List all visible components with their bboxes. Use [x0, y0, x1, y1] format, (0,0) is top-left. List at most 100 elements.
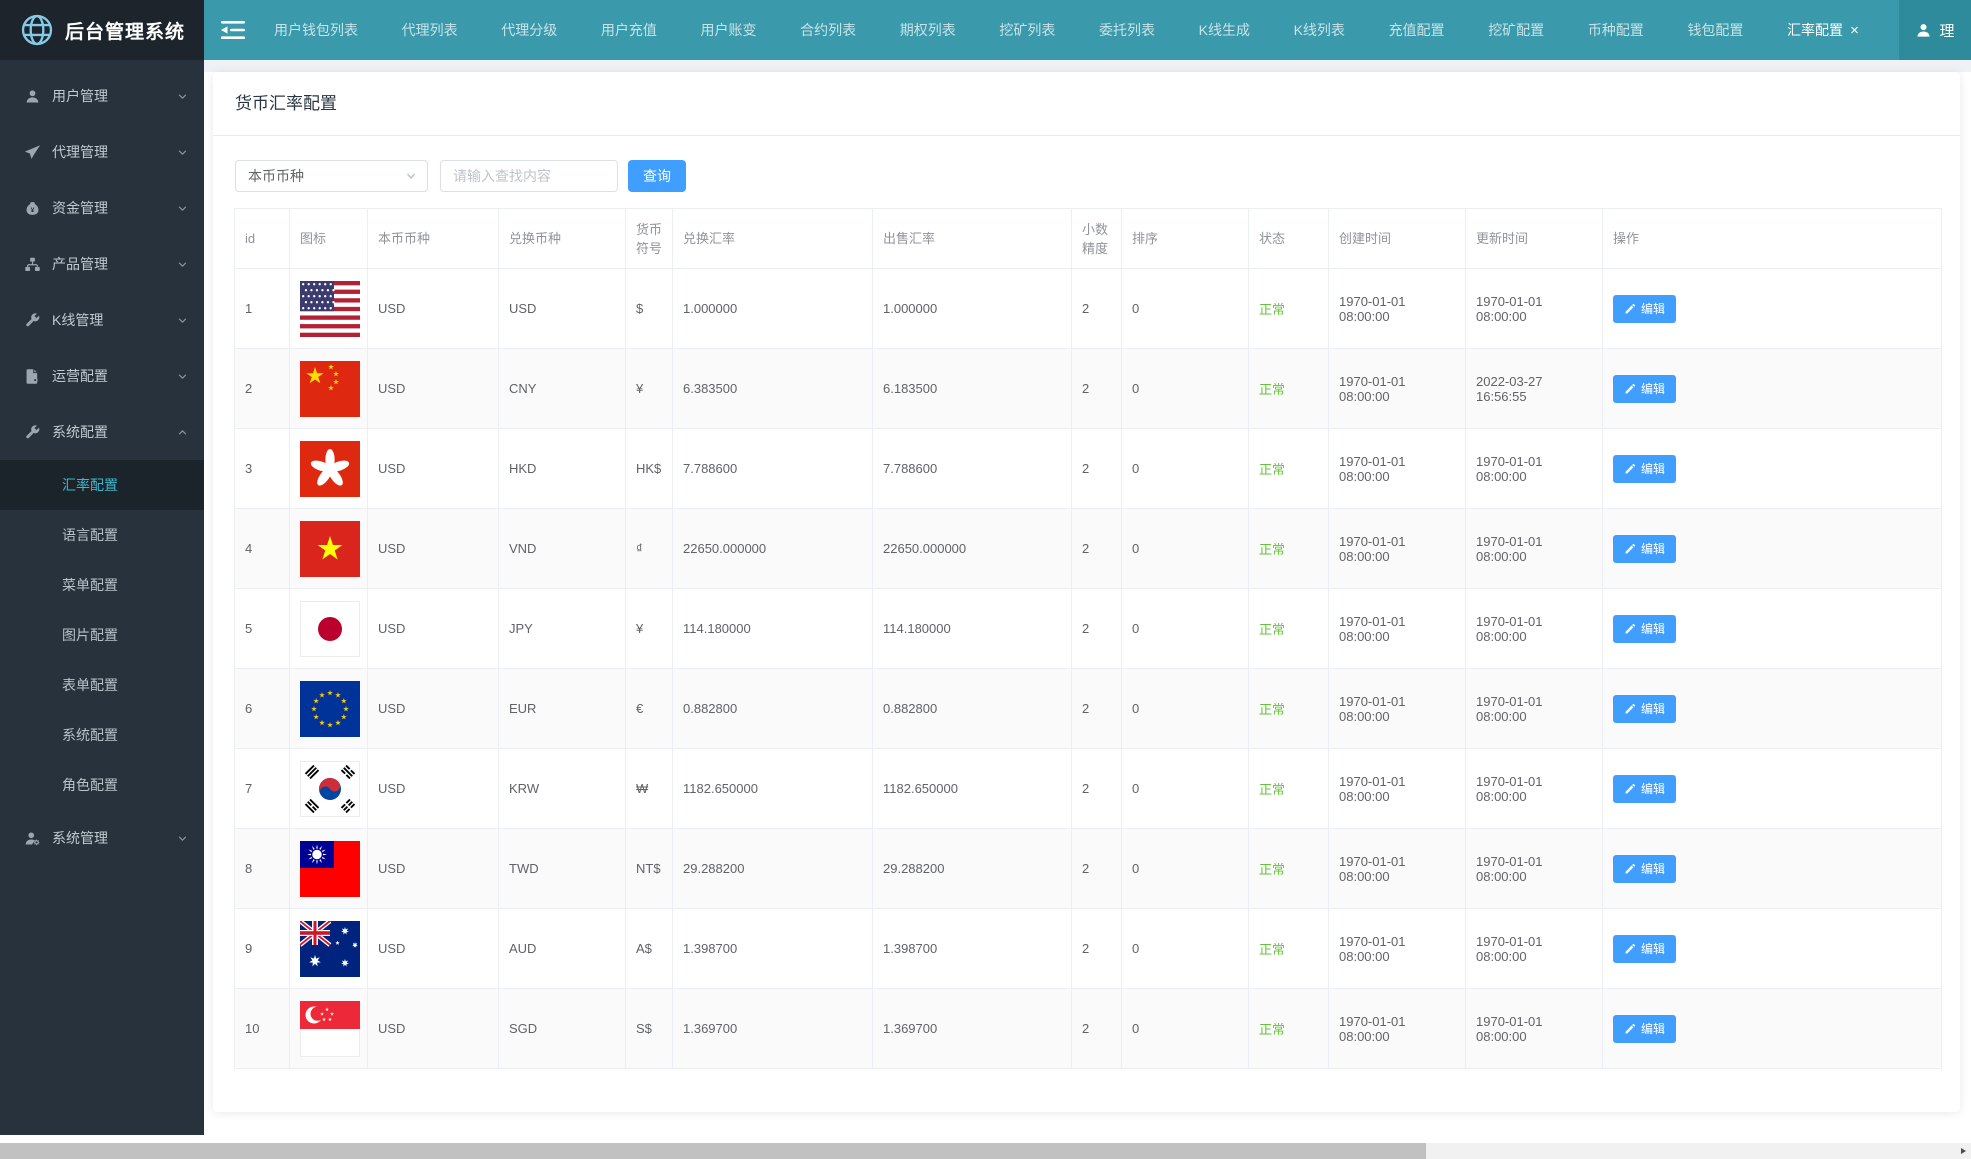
sidebar-subitem-exchange-rate-config[interactable]: 汇率配置 — [0, 460, 204, 510]
nav-tab[interactable]: 代理列表 — [402, 20, 458, 40]
cell-flag — [290, 669, 368, 749]
cell-currency-symbol: € — [626, 669, 673, 749]
table-row: 2USDCNY¥6.3835006.18350020正常1970-01-01 0… — [235, 349, 1942, 429]
nav-tab[interactable]: 合约列表 — [800, 20, 856, 40]
nav-tab[interactable]: 代理分级 — [501, 20, 557, 40]
edit-button[interactable]: 编辑 — [1613, 455, 1676, 483]
sidebar-item-system-config[interactable]: 系统配置 — [0, 404, 204, 460]
sidebar-item-user-management[interactable]: 用户管理 — [0, 68, 204, 124]
vn-flag-icon — [300, 521, 360, 577]
sidebar-item-label: 代理管理 — [52, 142, 177, 162]
user-name-label: 理 — [1939, 20, 1954, 41]
cell-exchange-rate: 0.882800 — [673, 669, 873, 749]
sidebar-item-fund-management[interactable]: ¥ 资金管理 — [0, 180, 204, 236]
chevron-down-icon — [177, 315, 188, 326]
sidebar-submenu: 汇率配置语言配置菜单配置图片配置表单配置系统配置角色配置 — [0, 460, 204, 810]
edit-button-label: 编辑 — [1641, 700, 1665, 717]
edit-button[interactable]: 编辑 — [1613, 375, 1676, 403]
edit-button[interactable]: 编辑 — [1613, 295, 1676, 323]
status-badge: 正常 — [1259, 702, 1285, 717]
cell-base-currency: USD — [368, 589, 499, 669]
sidebar-subitem-menu-config[interactable]: 菜单配置 — [0, 560, 204, 610]
nav-tab[interactable]: 挖矿配置 — [1488, 20, 1544, 40]
cell-updated-time: 1970-01-01 08:00:00 — [1466, 829, 1603, 909]
search-input[interactable] — [440, 160, 618, 192]
user-menu[interactable]: 理 — [1899, 0, 1971, 60]
cell-updated-time: 1970-01-01 08:00:00 — [1466, 269, 1603, 349]
cell-quote-currency: JPY — [499, 589, 626, 669]
cell-currency-symbol: ¥ — [626, 589, 673, 669]
sidebar-item-product-management[interactable]: 产品管理 — [0, 236, 204, 292]
sidebar-item-label: 资金管理 — [52, 198, 177, 218]
tab-close-icon[interactable]: × — [1850, 23, 1859, 38]
cell-sell-rate: 7.788600 — [873, 429, 1072, 509]
column-header: 货币符号 — [626, 209, 673, 269]
edit-button[interactable]: 编辑 — [1613, 935, 1676, 963]
nav-tab-label: 代理列表 — [402, 20, 458, 40]
nav-tab[interactable]: 币种配置 — [1588, 20, 1644, 40]
pencil-icon — [1624, 783, 1636, 795]
sidebar-subitem-label: 角色配置 — [62, 775, 118, 795]
nav-tab[interactable]: 挖矿列表 — [999, 20, 1055, 40]
pencil-icon — [1624, 303, 1636, 315]
column-header: 本币币种 — [368, 209, 499, 269]
edit-button[interactable]: 编辑 — [1613, 615, 1676, 643]
nav-tab[interactable]: 期权列表 — [900, 20, 956, 40]
pencil-icon — [1624, 943, 1636, 955]
edit-button[interactable]: 编辑 — [1613, 775, 1676, 803]
sidebar-subitem-role-config[interactable]: 角色配置 — [0, 760, 204, 810]
sidebar-item-kline-management[interactable]: K线管理 — [0, 292, 204, 348]
column-header: id — [235, 209, 290, 269]
sidebar-item-system-management[interactable]: 系统管理 — [0, 810, 204, 866]
base-currency-select[interactable]: 本币币种 — [235, 160, 428, 192]
status-badge: 正常 — [1259, 302, 1285, 317]
chevron-down-icon — [177, 833, 188, 844]
sidebar-subitem-form-config[interactable]: 表单配置 — [0, 660, 204, 710]
cell-base-currency: USD — [368, 669, 499, 749]
sidebar-item-operation-config[interactable]: 运营配置 — [0, 348, 204, 404]
cell-status: 正常 — [1249, 429, 1329, 509]
edit-button-label: 编辑 — [1641, 860, 1665, 877]
chevron-down-icon — [177, 371, 188, 382]
nav-tab[interactable]: 用户钱包列表 — [274, 20, 358, 40]
nav-tab[interactable]: 充值配置 — [1389, 20, 1445, 40]
cell-exchange-rate: 1.369700 — [673, 989, 873, 1069]
sg-flag-icon — [300, 1001, 360, 1057]
cell-action: 编辑 — [1603, 749, 1942, 829]
nav-tab[interactable]: K线生成 — [1199, 20, 1250, 40]
cell-sort: 0 — [1122, 989, 1249, 1069]
sidebar-subitem-image-config[interactable]: 图片配置 — [0, 610, 204, 660]
edit-button-label: 编辑 — [1641, 380, 1665, 397]
scrollbar-thumb[interactable] — [0, 1143, 1426, 1159]
sidebar-subitem-language-config[interactable]: 语言配置 — [0, 510, 204, 560]
edit-button[interactable]: 编辑 — [1613, 535, 1676, 563]
cell-action: 编辑 — [1603, 429, 1942, 509]
nav-tab[interactable]: 委托列表 — [1099, 20, 1155, 40]
au-flag-icon — [300, 921, 360, 977]
file-gear-icon — [24, 368, 41, 385]
sidebar-item-agent-management[interactable]: 代理管理 — [0, 124, 204, 180]
cell-sell-rate: 22650.000000 — [873, 509, 1072, 589]
svg-text:¥: ¥ — [31, 206, 35, 213]
cell-precision: 2 — [1072, 909, 1122, 989]
cell-created-time: 1970-01-01 08:00:00 — [1329, 989, 1466, 1069]
nav-tab[interactable]: 用户账变 — [701, 20, 757, 40]
table-row: 4USDVND₫22650.00000022650.00000020正常1970… — [235, 509, 1942, 589]
table-row: 3USDHKDHK$7.7886007.78860020正常1970-01-01… — [235, 429, 1942, 509]
collapse-sidebar-button[interactable] — [204, 0, 262, 60]
edit-button[interactable]: 编辑 — [1613, 1015, 1676, 1043]
query-button[interactable]: 查询 — [628, 160, 686, 192]
scrollbar-right-arrow[interactable] — [1955, 1143, 1971, 1159]
hk-flag-icon — [300, 441, 360, 497]
cell-created-time: 1970-01-01 08:00:00 — [1329, 349, 1466, 429]
content-panel: 货币汇率配置 本币币种 查询 id图标本币币种兑换币种货币符号兑换汇率出售汇率小… — [213, 72, 1960, 1112]
edit-button[interactable]: 编辑 — [1613, 855, 1676, 883]
edit-button[interactable]: 编辑 — [1613, 695, 1676, 723]
nav-tab[interactable]: 汇率配置× — [1787, 20, 1859, 40]
nav-tab[interactable]: 用户充值 — [601, 20, 657, 40]
cell-action: 编辑 — [1603, 589, 1942, 669]
nav-tab[interactable]: K线列表 — [1294, 20, 1345, 40]
nav-tab[interactable]: 钱包配置 — [1687, 20, 1743, 40]
kr-flag-icon — [300, 761, 360, 817]
sidebar-subitem-system-config-sub[interactable]: 系统配置 — [0, 710, 204, 760]
